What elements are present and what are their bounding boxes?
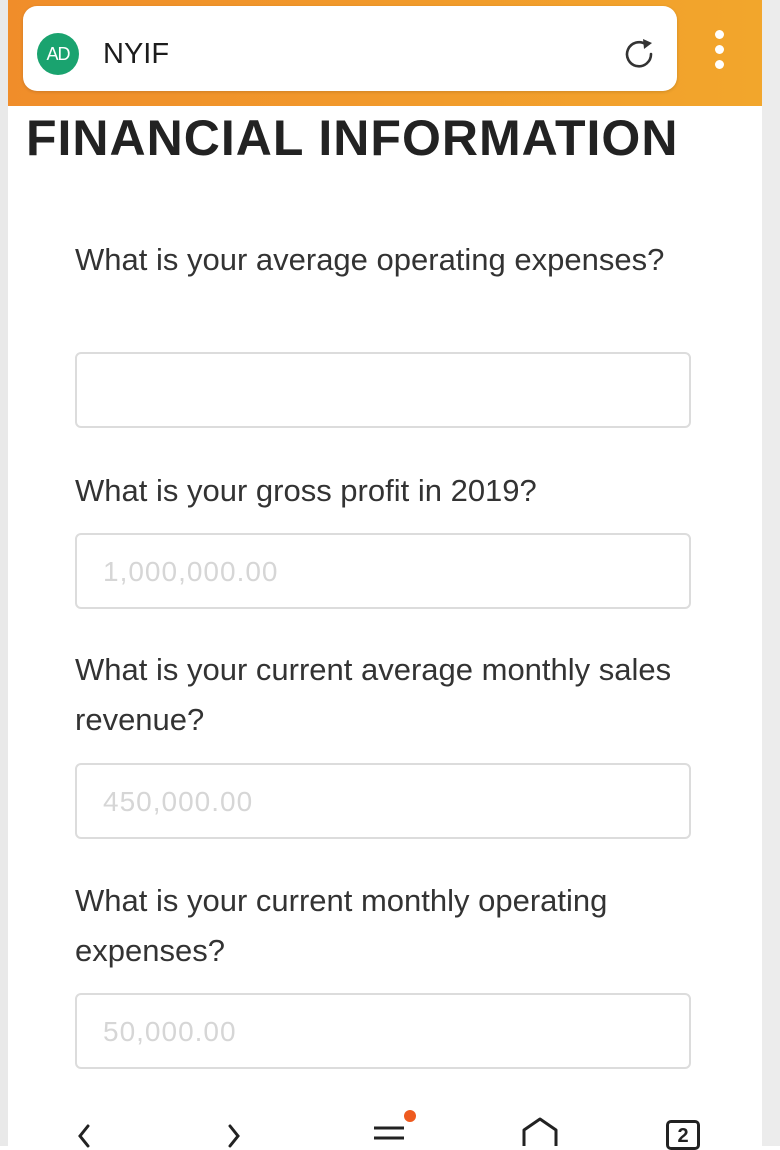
question-label: What is your gross profit in 2019? bbox=[75, 473, 537, 508]
monthly-sales-revenue-input[interactable]: 450,000.00 bbox=[75, 763, 691, 839]
average-operating-expenses-input[interactable] bbox=[75, 352, 691, 428]
left-edge bbox=[0, 0, 8, 1146]
ad-badge: AD bbox=[37, 33, 79, 75]
browser-toolbar: AD NYIF bbox=[8, 0, 762, 106]
input-placeholder: 1,000,000.00 bbox=[103, 556, 279, 587]
forward-icon[interactable] bbox=[218, 1122, 248, 1148]
menu-icon[interactable] bbox=[370, 1122, 410, 1148]
question-label: What is your average operating expenses? bbox=[75, 242, 665, 277]
home-icon[interactable] bbox=[518, 1116, 562, 1148]
monthly-operating-expenses-input[interactable]: 50,000.00 bbox=[75, 993, 691, 1069]
input-placeholder: 450,000.00 bbox=[103, 786, 254, 817]
right-edge bbox=[762, 0, 780, 1146]
reload-icon[interactable] bbox=[619, 34, 659, 74]
notification-dot bbox=[404, 1110, 416, 1122]
input-placeholder: 50,000.00 bbox=[103, 1016, 237, 1047]
bottom-navigation: 2 bbox=[8, 1100, 762, 1150]
question-label: What is your current monthly operating e… bbox=[75, 883, 608, 968]
address-bar[interactable]: AD NYIF bbox=[23, 6, 677, 91]
question-label: What is your current average monthly sal… bbox=[75, 652, 672, 737]
site-title[interactable]: NYIF bbox=[103, 33, 169, 75]
gross-profit-input[interactable]: 1,000,000.00 bbox=[75, 533, 691, 609]
back-icon[interactable] bbox=[70, 1122, 100, 1148]
section-title: FINANCIAL INFORMATION bbox=[26, 110, 679, 166]
more-vert-icon[interactable] bbox=[711, 30, 727, 72]
